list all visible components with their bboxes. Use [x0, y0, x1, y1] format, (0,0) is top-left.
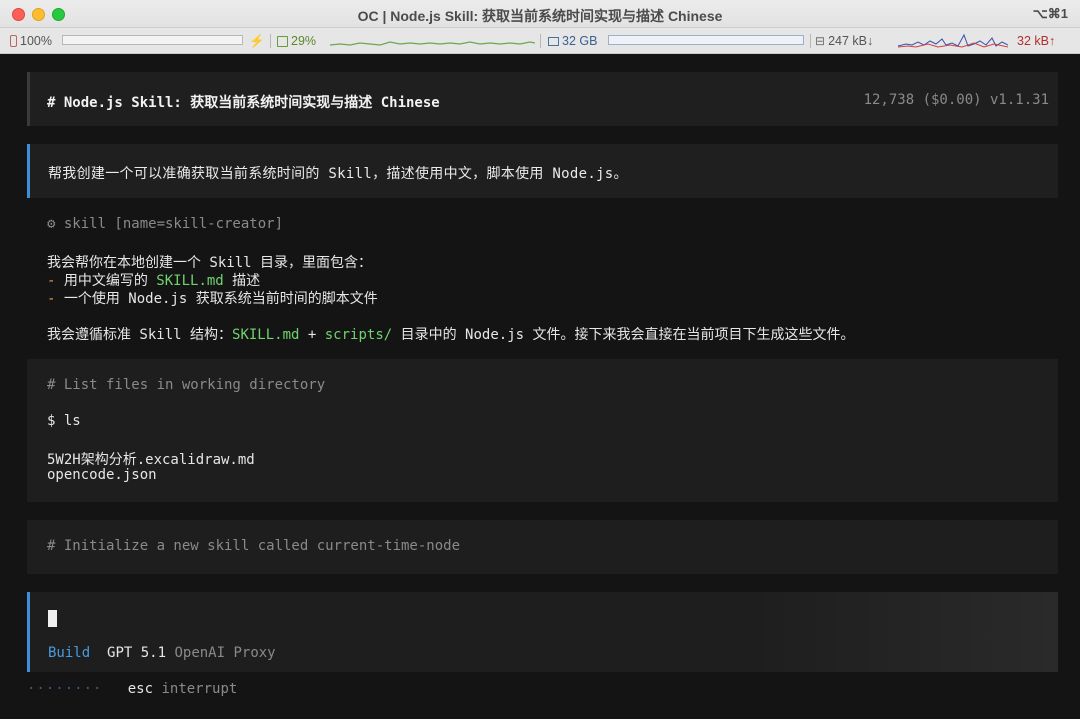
model-name[interactable]: GPT 5.1: [107, 645, 166, 661]
network-graph: [898, 33, 1008, 48]
title-bar: OC | Node.js Skill: 获取当前系统时间实现与描述 Chines…: [0, 0, 1080, 28]
bash-output-line: 5W2H架构分析.excalidraw.md: [47, 452, 255, 468]
response-bullet-2: - 一个使用 Node.js 获取系统当前时间的脚本文件: [47, 291, 378, 307]
cpu-icon: [277, 35, 288, 47]
agent-mode[interactable]: Build: [48, 645, 90, 661]
tool-call-skill: ⚙ skill [name=skill-creator]: [47, 216, 284, 232]
bash-comment: # Initialize a new skill called current-…: [47, 538, 461, 554]
spinner-dots: ········: [27, 681, 103, 697]
window-shortcut: ⌥⌘1: [1032, 6, 1068, 21]
cpu-status: 29%: [277, 34, 316, 48]
user-message-text: 帮我创建一个可以准确获取当前系统时间的 Skill，描述使用中文，脚本使用 No…: [48, 166, 628, 182]
battery-value: 100%: [20, 34, 52, 48]
agent-model-line: Build GPT 5.1 OpenAI Proxy: [48, 645, 276, 661]
session-meta: 12,738 ($0.00) v1.1.31: [863, 92, 1049, 108]
bash-command: $ ls: [47, 413, 81, 429]
session-title: # Node.js Skill: 获取当前系统时间实现与描述 Chinese: [47, 95, 440, 111]
response-bullet-1: - 用中文编写的 SKILL.md 描述: [47, 273, 261, 289]
cpu-value: 29%: [291, 34, 317, 48]
bash-comment: # List files in working directory: [47, 377, 326, 393]
lightning-icon: ⚡: [249, 34, 265, 48]
system-status-bar: 100% ⚡ 29% 32 GB ⊟ 247 kB↓ 32 kB↑: [0, 28, 1080, 54]
bash-block-ls: # List files in working directory $ ls 5…: [27, 359, 1058, 502]
esc-key[interactable]: esc: [128, 681, 153, 697]
session-header: # Node.js Skill: 获取当前系统时间实现与描述 Chinese 1…: [27, 72, 1058, 126]
response-line-1: 我会帮你在本地创建一个 Skill 目录，里面包含：: [47, 255, 372, 271]
battery-icon: [10, 35, 17, 47]
footer-hints: ········ esc interrupt: [27, 681, 237, 697]
net-down-value: 247 kB↓: [828, 34, 874, 48]
memory-status: 32 GB: [548, 34, 597, 48]
bash-block-init: # Initialize a new skill called current-…: [27, 520, 1058, 574]
prompt-input[interactable]: Build GPT 5.1 OpenAI Proxy: [27, 592, 1058, 672]
memory-bar: [608, 35, 804, 45]
terminal-area: # Node.js Skill: 获取当前系统时间实现与描述 Chinese 1…: [0, 55, 1080, 719]
cpu-graph: [330, 41, 535, 46]
response-line-4: 我会遵循标准 Skill 结构：SKILL.md + scripts/ 目录中的…: [47, 327, 855, 343]
net-up-value: 32 kB↑: [1017, 34, 1056, 48]
network-status: ⊟ 247 kB↓: [815, 34, 873, 48]
memory-icon: [548, 36, 559, 46]
battery-status: 100%: [10, 34, 52, 48]
interrupt-label: interrupt: [161, 681, 238, 697]
skill-md-highlight: SKILL.md: [156, 273, 224, 289]
provider-name: OpenAI Proxy: [174, 645, 276, 661]
user-message: 帮我创建一个可以准确获取当前系统时间的 Skill，描述使用中文，脚本使用 No…: [27, 144, 1058, 198]
bash-output-line: opencode.json: [47, 467, 157, 483]
window-title: OC | Node.js Skill: 获取当前系统时间实现与描述 Chines…: [357, 8, 723, 24]
network-icon: ⊟: [815, 34, 826, 48]
memory-value: 32 GB: [562, 34, 598, 48]
battery-bar: [62, 35, 243, 45]
text-cursor: [48, 610, 57, 627]
